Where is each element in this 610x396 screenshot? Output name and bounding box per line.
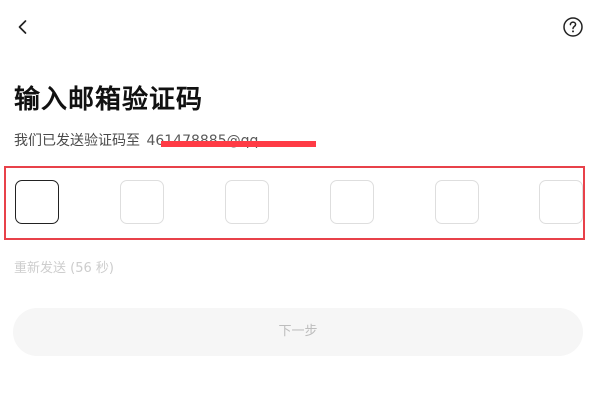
help-button[interactable] xyxy=(562,16,584,38)
page-title: 输入邮箱验证码 xyxy=(14,85,204,115)
back-button[interactable] xyxy=(12,16,34,38)
code-input-group xyxy=(4,166,585,240)
code-digit-3[interactable] xyxy=(225,180,269,224)
email-redaction-bar xyxy=(161,141,316,147)
code-digit-6[interactable] xyxy=(539,180,583,224)
next-button[interactable]: 下一步 xyxy=(13,308,583,356)
question-circle-icon xyxy=(563,17,583,37)
resend-code-link[interactable]: 重新发送 (56 秒) xyxy=(14,260,114,278)
code-digit-2[interactable] xyxy=(120,180,164,224)
chevron-left-icon xyxy=(18,20,27,34)
subtitle-prefix: 我们已发送验证码至 xyxy=(14,133,140,149)
code-digit-1[interactable] xyxy=(15,180,59,224)
code-digit-5[interactable] xyxy=(435,180,479,224)
code-digit-4[interactable] xyxy=(330,180,374,224)
